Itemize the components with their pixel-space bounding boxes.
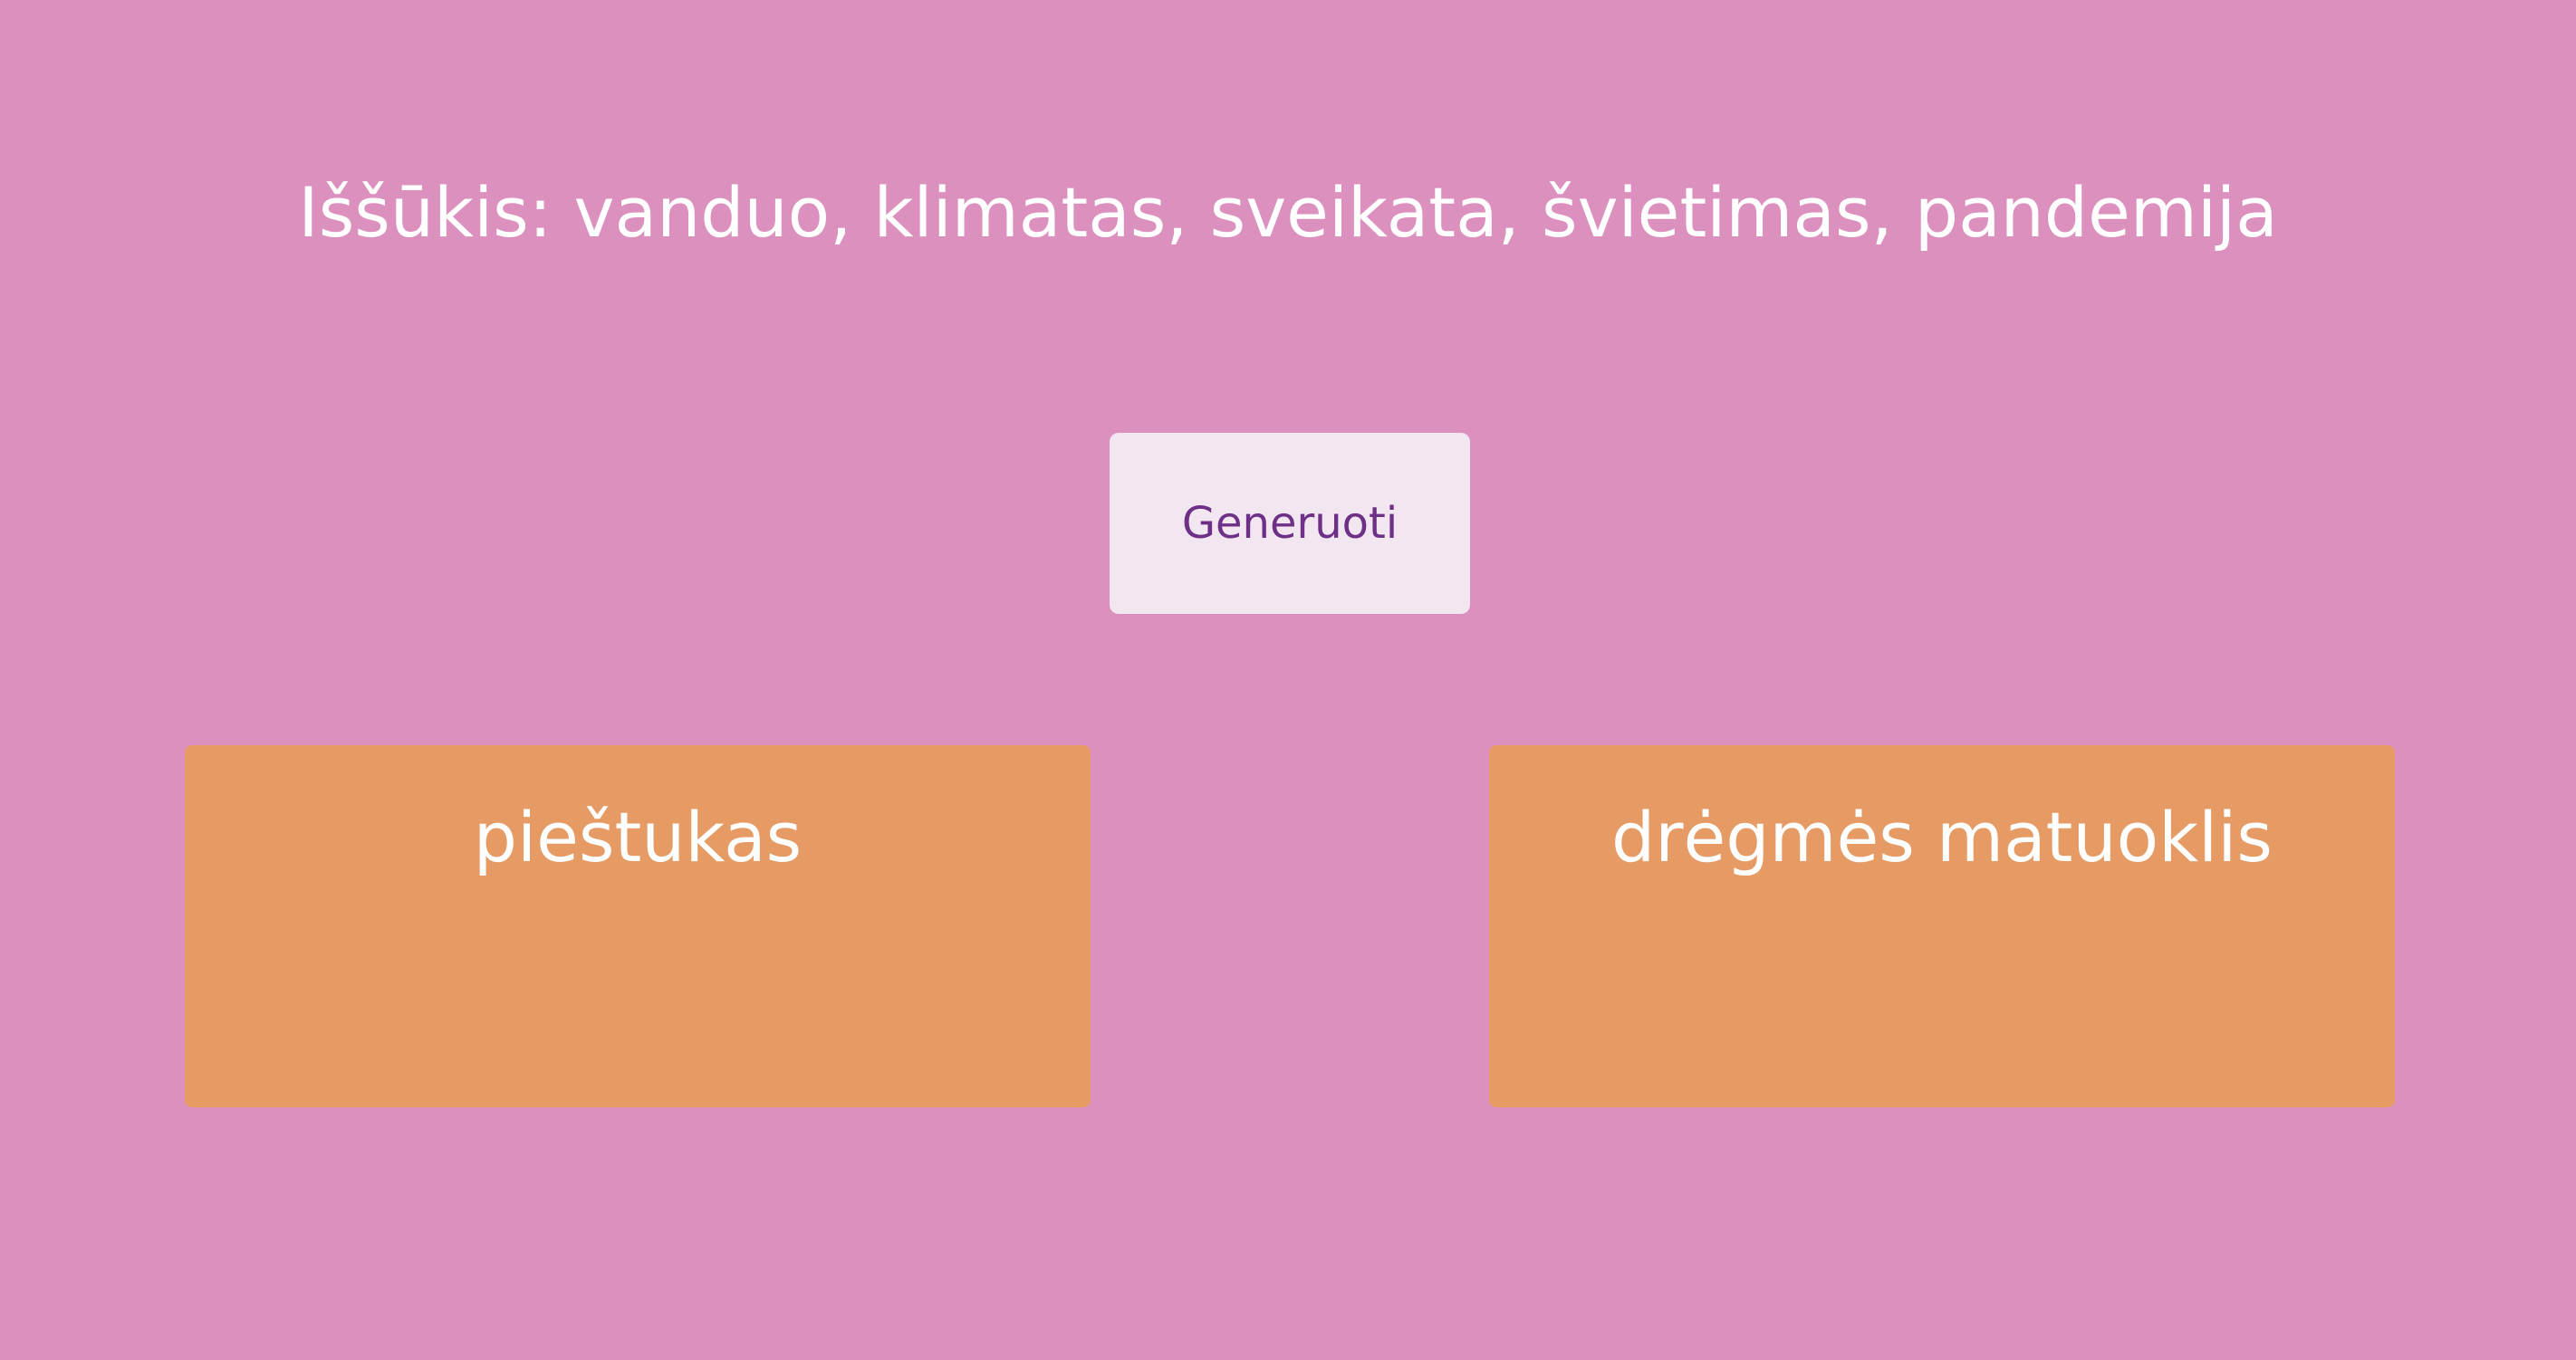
generate-button[interactable]: Generuoti [1110,433,1470,614]
item-card-label: drėgmės matuoklis [1611,797,2273,877]
item-card-right: drėgmės matuoklis [1489,745,2395,1107]
item-card-left: pieštukas [185,745,1091,1107]
item-card-label: pieštukas [473,797,803,877]
challenge-title: Iššūkis: vanduo, klimatas, sveikata, švi… [298,172,2278,253]
